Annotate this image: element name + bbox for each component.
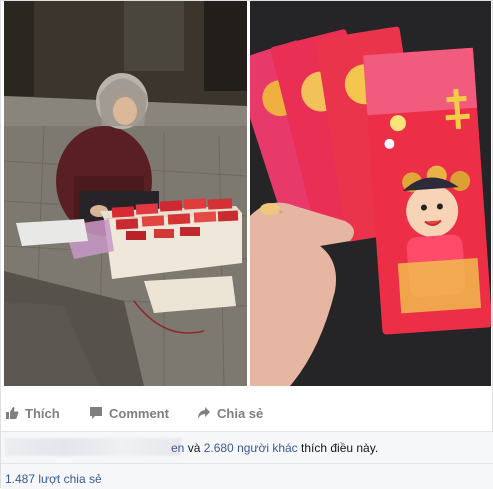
comment-label: Comment [109,405,169,421]
share-button[interactable]: Chia sẻ [197,403,263,423]
likes-summary: en và 2.680 người khác thích điều này. [1,431,493,463]
photo-grid [4,1,491,386]
likes-tail: thích điều này. [297,441,379,455]
likes-connector: và [184,441,204,455]
comment-icon [89,406,103,420]
like-icon [5,406,19,420]
liker-name-link[interactable]: en [171,441,184,455]
like-label: Thích [25,405,60,421]
woman-vendor-image [4,1,247,386]
likes-text: en và 2.680 người khác thích điều này. [171,441,378,455]
facebook-post: Thích Comment Chia sẻ en và 2.680 người … [0,0,493,489]
likes-others-link[interactable]: 2.680 người khác [204,441,298,455]
photo-red-envelopes[interactable] [250,1,491,386]
like-button[interactable]: Thích [5,403,60,423]
photo-woman-vendor[interactable] [4,1,247,386]
share-label: Chia sẻ [217,405,264,421]
comment-button[interactable]: Comment [89,403,169,423]
post-action-bar: Thích Comment Chia sẻ [1,397,493,431]
shares-count-link[interactable]: 1.487 lượt chia sẻ [5,472,102,486]
blurred-liker-names [5,438,181,456]
shares-summary: 1.487 lượt chia sẻ [1,463,493,489]
red-envelopes-image [250,1,491,386]
share-icon [197,406,211,420]
